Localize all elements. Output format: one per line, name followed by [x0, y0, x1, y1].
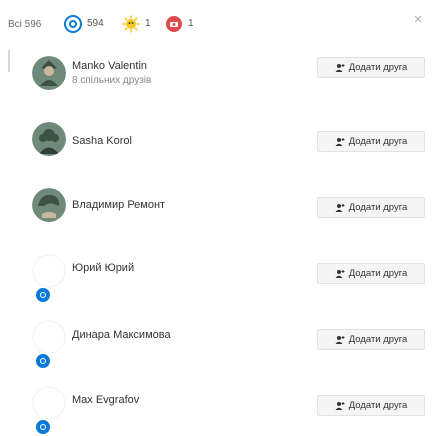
filter-bar: Всі 596 594 1 1 ×	[0, 0, 437, 48]
odnoklassniki-icon	[62, 13, 84, 35]
add-friend-label: Додати друга	[348, 62, 408, 73]
add-user-icon	[335, 203, 345, 213]
avatar[interactable]	[32, 122, 66, 156]
odnoklassniki-badge-icon	[36, 420, 50, 434]
filter-odnoklassniki-count: 594	[87, 18, 104, 29]
list-item: Sasha Korol Додати друга	[0, 114, 437, 180]
filter-all-count[interactable]: Всі 596	[8, 19, 41, 31]
odnoklassniki-badge-icon	[36, 354, 50, 368]
add-friend-label: Додати друга	[348, 268, 408, 279]
add-friend-label: Додати друга	[348, 400, 408, 411]
filter-camera-count: 1	[188, 18, 194, 29]
avatar[interactable]	[32, 188, 66, 222]
close-button[interactable]: ×	[407, 8, 429, 30]
friend-name[interactable]: Юрий Юрий	[72, 261, 134, 275]
add-user-icon	[335, 335, 345, 345]
avatar[interactable]	[32, 320, 66, 354]
friend-name[interactable]: Владимир Ремонт	[72, 198, 165, 212]
avatar[interactable]	[32, 56, 66, 90]
add-friend-label: Додати друга	[348, 334, 408, 345]
add-friend-button[interactable]: Додати друга	[317, 263, 425, 284]
friend-name[interactable]: Max Evgrafov	[72, 393, 139, 407]
add-user-icon	[335, 269, 345, 279]
add-friend-label: Додати друга	[348, 136, 408, 147]
add-friend-button[interactable]: Додати друга	[317, 197, 425, 218]
avatar[interactable]	[32, 386, 66, 420]
add-user-icon	[335, 401, 345, 411]
list-item: Max Evgrafov Додати друга	[0, 378, 437, 436]
sun-icon	[120, 13, 142, 35]
add-friend-button[interactable]: Додати друга	[317, 329, 425, 350]
camera-icon	[163, 13, 185, 35]
friend-name[interactable]: Динара Максимова	[72, 328, 171, 342]
friend-name[interactable]: Sasha Korol	[72, 134, 132, 148]
odnoklassniki-badge-icon	[36, 288, 50, 302]
add-user-icon	[335, 63, 345, 73]
filter-odnoklassniki[interactable]: 594	[62, 12, 104, 36]
list-item: Динара Максимова Додати друга	[0, 312, 437, 378]
add-friend-button[interactable]: Додати друга	[317, 57, 425, 78]
avatar[interactable]	[32, 254, 66, 288]
close-icon: ×	[413, 10, 423, 28]
mutual-friends[interactable]: 8 спільних друзів	[72, 75, 151, 87]
filter-sun[interactable]: 1	[120, 12, 151, 36]
add-friend-label: Додати друга	[348, 202, 408, 213]
list-item: Юрий Юрий Додати друга	[0, 246, 437, 312]
add-friend-button[interactable]: Додати друга	[317, 131, 425, 152]
filter-sun-count: 1	[145, 18, 151, 29]
list-item: Владимир Ремонт Додати друга	[0, 180, 437, 246]
filter-camera[interactable]: 1	[163, 12, 194, 36]
friends-suggestions-panel: Всі 596 594 1 1 × Manko Valentin 8 спіль…	[0, 0, 437, 436]
add-user-icon	[335, 137, 345, 147]
friend-name[interactable]: Manko Valentin	[72, 59, 147, 73]
add-friend-button[interactable]: Додати друга	[317, 395, 425, 416]
list-item: Manko Valentin 8 спільних друзів Додати …	[0, 48, 437, 114]
